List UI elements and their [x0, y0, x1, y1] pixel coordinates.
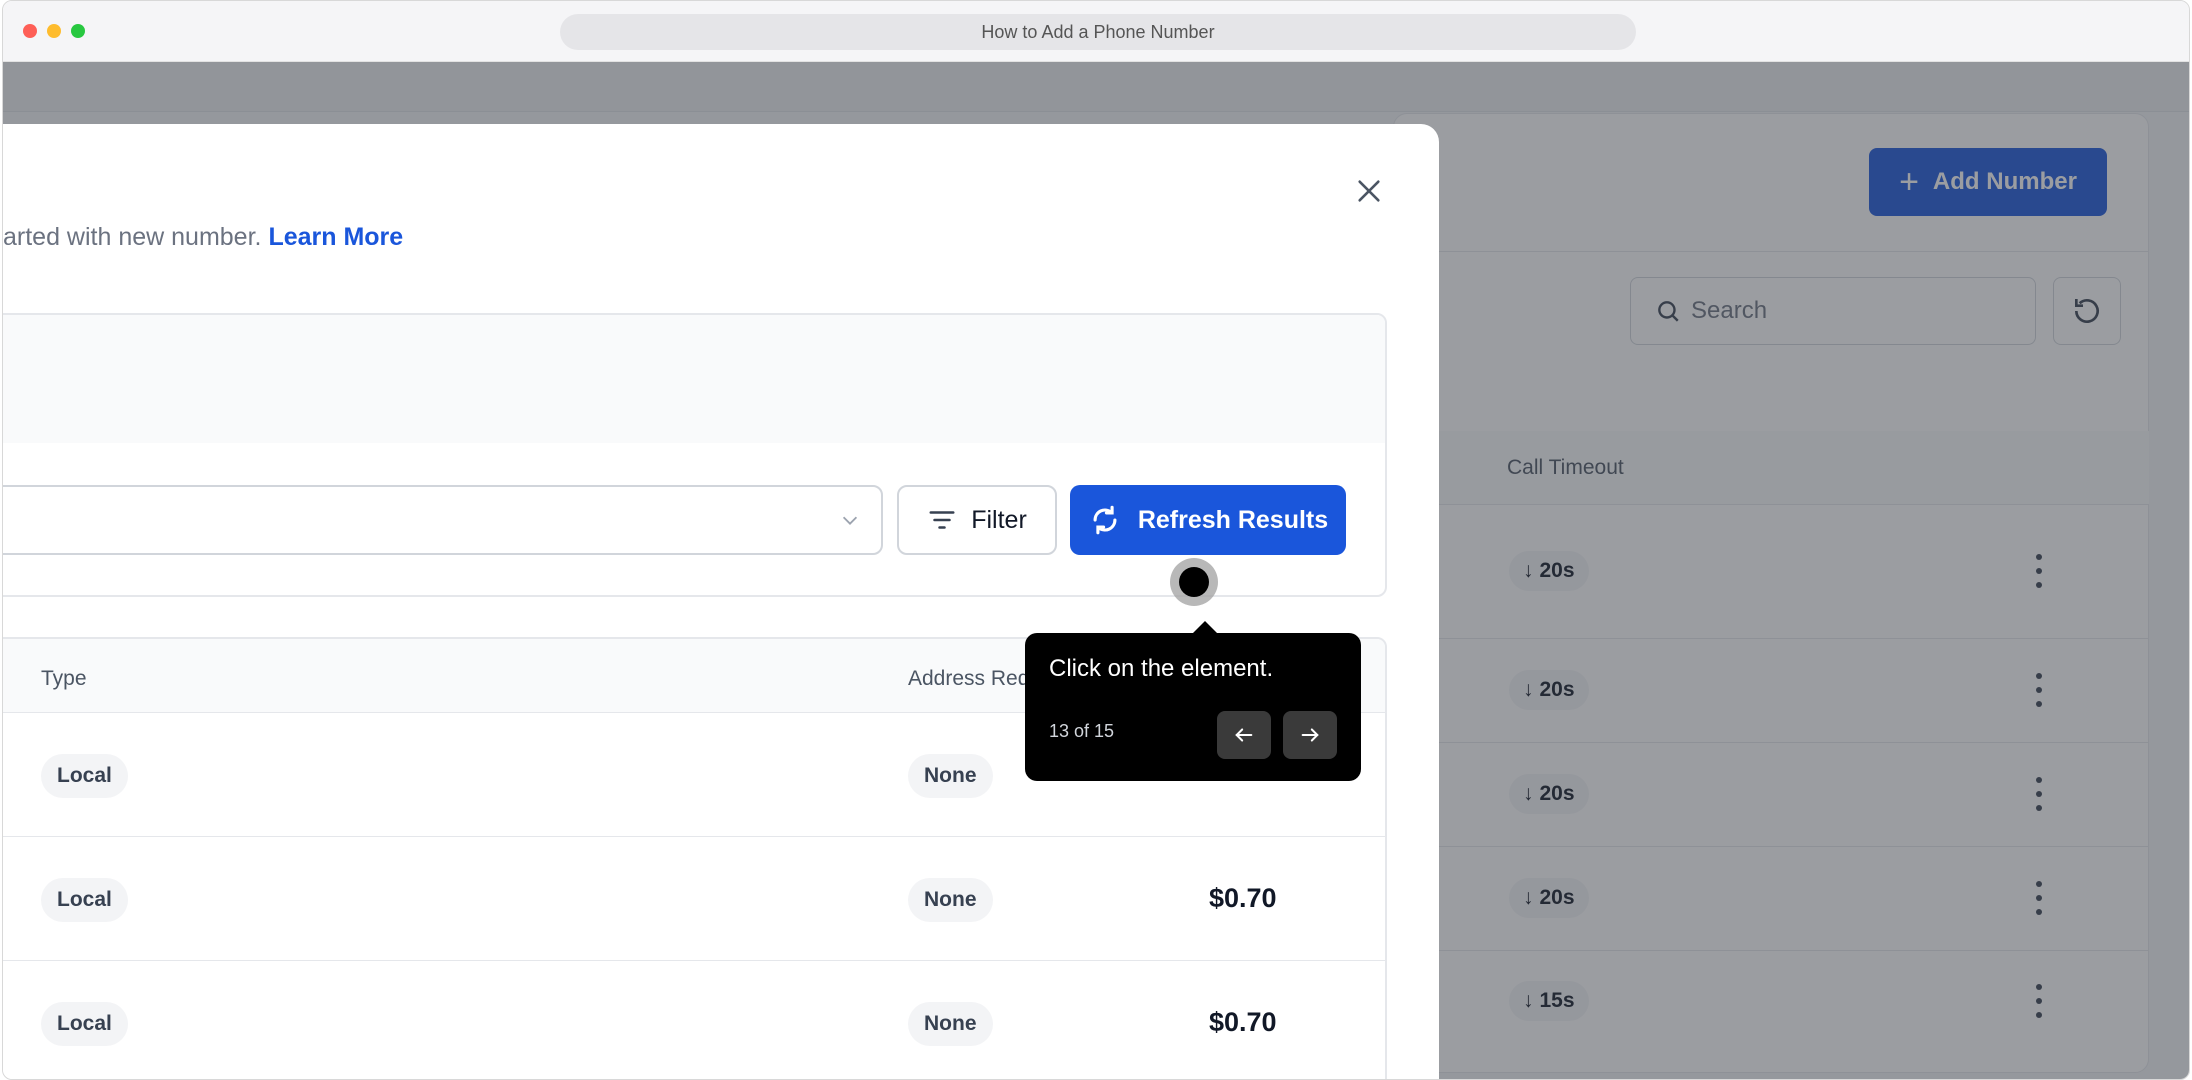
address-header: Address Req [908, 667, 1030, 690]
guide-instruction: Click on the element. [1049, 655, 1274, 682]
modal-intro: arted with new number. Learn More [3, 223, 403, 252]
close-window-button[interactable] [23, 24, 37, 38]
browser-window: How to Add a Phone Number + Add Number S… [2, 0, 2190, 1080]
type-badge: Local [41, 878, 128, 922]
previous-step-button[interactable] [1217, 711, 1271, 759]
chevron-down-icon [842, 516, 858, 525]
guide-tooltip: Click on the element. 13 of 15 [1025, 621, 1361, 781]
address-badge: None [908, 878, 993, 922]
type-badge: Local [41, 1002, 128, 1046]
price: $0.70 [1209, 1007, 1277, 1037]
refresh-results-button[interactable]: Refresh Results [1070, 485, 1346, 555]
learn-more-link[interactable]: Learn More [268, 223, 403, 251]
refresh-label: Refresh Results [1137, 505, 1329, 534]
type-badge: Local [41, 754, 128, 798]
filter-icon [929, 511, 955, 529]
panel-header [3, 315, 1385, 443]
next-step-button[interactable] [1283, 711, 1337, 759]
table-row[interactable]: Local None $0.70 [3, 837, 1385, 961]
address-badge: None [908, 1002, 993, 1046]
close-modal-button[interactable] [1349, 171, 1389, 211]
close-icon [1358, 180, 1380, 202]
minimize-window-button[interactable] [47, 24, 61, 38]
arrow-left-icon [1235, 728, 1253, 742]
type-header: Type [41, 667, 87, 690]
intro-text: arted with new number. [3, 223, 262, 251]
arrow-right-icon [1301, 728, 1319, 742]
filter-button[interactable]: Filter [897, 485, 1057, 555]
filter-label: Filter [971, 505, 1027, 534]
address-bar[interactable]: How to Add a Phone Number [560, 14, 1636, 50]
refresh-icon [1093, 505, 1117, 535]
number-type-select[interactable] [3, 485, 883, 555]
price: $0.70 [1209, 883, 1277, 913]
maximize-window-button[interactable] [71, 24, 85, 38]
guide-step-counter: 13 of 15 [1049, 721, 1115, 741]
address-badge: None [908, 754, 993, 798]
title-bar: How to Add a Phone Number [3, 1, 2189, 62]
table-row[interactable]: Local None $0.70 [3, 961, 1385, 1079]
guide-hotspot[interactable] [1170, 558, 1218, 606]
